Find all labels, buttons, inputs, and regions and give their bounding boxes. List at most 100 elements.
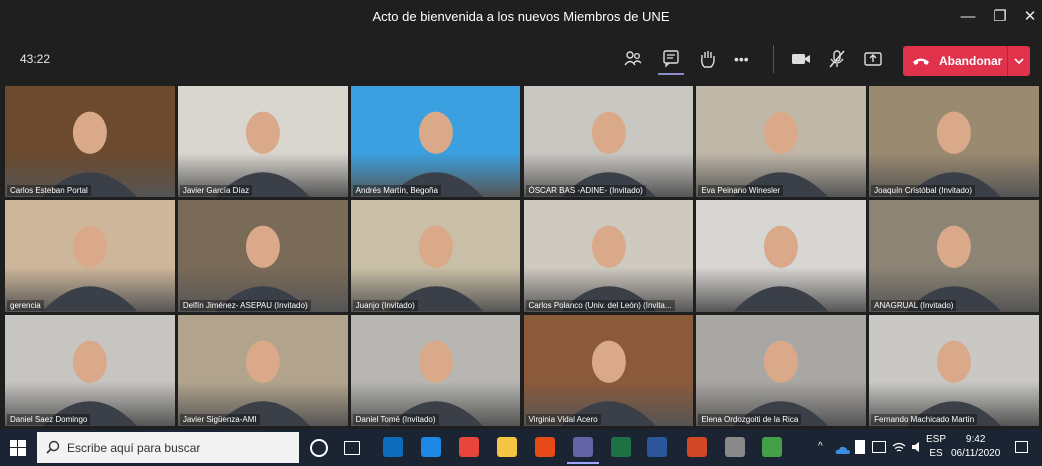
outlook-icon[interactable]	[383, 437, 403, 457]
close-button[interactable]: ✕	[1019, 6, 1041, 28]
participant-tile[interactable]: Virginia Vidal Acero	[523, 314, 694, 426]
language-top: ESP	[926, 434, 947, 445]
participant-name: Carlos Polanco (Univ. del León) (Invita.…	[525, 299, 675, 311]
participant-tile[interactable]: Andrés Martín, Begoña	[350, 86, 521, 198]
participant-tile[interactable]: Daniel Tomé (Invitado)	[350, 314, 521, 426]
chrome-icon[interactable]	[459, 437, 479, 457]
participants-icon[interactable]	[622, 48, 648, 70]
calculator-icon[interactable]	[725, 437, 745, 457]
search-placeholder: Escribe aquí para buscar	[67, 441, 201, 455]
network-icon[interactable]	[892, 440, 906, 459]
participant-video	[733, 111, 829, 198]
participant-tile[interactable]: ANAGRUAL (Invitado)	[869, 200, 1039, 312]
system-clock[interactable]: 9:42 06/11/2020	[951, 433, 1000, 461]
task-view-icon[interactable]	[344, 441, 360, 455]
participant-name: Joaquín Cristóbal (Invitado)	[871, 185, 975, 197]
onedrive-icon[interactable]	[835, 442, 851, 460]
meeting-timer: 43:22	[20, 52, 51, 66]
participant-name: Delfín Jiménez- ASEPAU (Invitado)	[179, 299, 311, 311]
participant-tile[interactable]: Eva Peinano Winesler	[696, 86, 867, 198]
participant-video	[388, 225, 484, 312]
participant-tile[interactable]: Javier Sigüenza-AMI	[177, 314, 348, 426]
leave-label: Abandonar	[939, 54, 1003, 68]
participant-video	[215, 340, 311, 426]
participant-tile[interactable]: Javier García Díaz	[177, 86, 348, 198]
search-icon	[46, 440, 60, 454]
participant-name: Javier García Díaz	[179, 185, 253, 197]
chevron-down-icon[interactable]	[1013, 56, 1025, 66]
participant-video	[42, 340, 138, 426]
word-icon[interactable]	[647, 437, 667, 457]
participant-name: gerencia	[7, 299, 44, 311]
participant-video	[560, 225, 656, 312]
file-explorer-icon[interactable]	[497, 437, 517, 457]
hang-up-icon	[913, 58, 929, 65]
mic-muted-icon[interactable]	[826, 48, 852, 70]
brave-icon[interactable]	[535, 437, 555, 457]
participant-tile[interactable]	[696, 200, 867, 312]
leave-button[interactable]: Abandonar	[903, 46, 1030, 76]
edge-icon[interactable]	[421, 437, 441, 457]
active-app-indicator	[567, 462, 599, 464]
participant-name: Fernando Machicado Martín	[871, 413, 978, 425]
participant-name: Eva Peinano Winesler	[698, 185, 784, 197]
raise-hand-icon[interactable]	[697, 48, 723, 70]
toolbar-divider	[773, 45, 774, 73]
windows-taskbar: Escribe aquí para buscar ^ ESP ES 9:42 0…	[0, 429, 1042, 466]
leave-divider	[1007, 46, 1008, 76]
usb-icon[interactable]	[855, 440, 865, 454]
participant-tile[interactable]: ÓSCAR BAS -ADINE- (Invitado)	[523, 86, 694, 198]
participant-name: Andrés Martín, Begoña	[352, 185, 441, 197]
clock-time: 9:42	[965, 434, 986, 445]
clock-date: 06/11/2020	[951, 448, 1001, 459]
participant-video	[733, 340, 829, 426]
participant-name: Javier Sigüenza-AMI	[179, 413, 260, 425]
excel-icon[interactable]	[611, 437, 631, 457]
participant-name: Carlos Esteban Portal	[7, 185, 91, 197]
language-indicator[interactable]: ESP ES	[926, 433, 946, 461]
title-bar: Acto de bienvenida a los nuevos Miembros…	[0, 0, 1042, 34]
maximize-button[interactable]: ❐	[989, 6, 1011, 28]
notifications-icon[interactable]	[1015, 441, 1028, 453]
participant-tile[interactable]: Juanjo (Invitado)	[350, 200, 521, 312]
participant-video	[733, 225, 829, 312]
windows-start-icon[interactable]	[10, 440, 26, 461]
taskbar-search[interactable]: Escribe aquí para buscar	[37, 432, 299, 463]
participant-tile[interactable]: Elena Ordozgoiti de la Rica	[696, 314, 867, 426]
cortana-icon[interactable]	[310, 439, 328, 457]
participant-tile[interactable]: Carlos Polanco (Univ. del León) (Invita.…	[523, 200, 694, 312]
share-screen-icon[interactable]	[862, 48, 888, 70]
participant-name: Daniel Saez Domingo	[7, 413, 91, 425]
participant-tile[interactable]: gerencia	[5, 200, 175, 312]
participant-tile[interactable]: Joaquín Cristóbal (Invitado)	[869, 86, 1039, 198]
participant-tile[interactable]: Delfín Jiménez- ASEPAU (Invitado)	[177, 200, 348, 312]
participant-video	[906, 111, 1002, 198]
more-options-icon[interactable]: •••	[734, 48, 760, 70]
globe-icon[interactable]	[762, 437, 782, 457]
participant-video	[560, 340, 656, 426]
participant-video	[560, 111, 656, 198]
participant-tile[interactable]: Fernando Machicado Martín	[869, 314, 1039, 426]
battery-icon[interactable]	[872, 441, 886, 453]
volume-icon[interactable]	[910, 440, 924, 459]
participant-video	[388, 340, 484, 426]
powerpoint-icon[interactable]	[687, 437, 707, 457]
participant-name: Daniel Tomé (Invitado)	[352, 413, 439, 425]
participant-name: ÓSCAR BAS -ADINE- (Invitado)	[525, 185, 646, 197]
participant-tile[interactable]: Daniel Saez Domingo	[5, 314, 175, 426]
window-title: Acto de bienvenida a los nuevos Miembros…	[372, 9, 670, 24]
participant-video	[215, 111, 311, 198]
participant-video	[388, 111, 484, 198]
minimize-button[interactable]: —	[957, 6, 979, 28]
chat-icon[interactable]	[658, 48, 686, 75]
participant-video	[906, 225, 1002, 312]
participant-tile[interactable]: Carlos Esteban Portal	[5, 86, 175, 198]
participant-video	[42, 225, 138, 312]
teams-icon[interactable]	[567, 437, 599, 464]
participant-name: Virginia Vidal Acero	[525, 413, 601, 425]
tray-chevron-icon[interactable]: ^	[818, 441, 823, 452]
participant-name: ANAGRUAL (Invitado)	[871, 299, 957, 311]
participant-name: Juanjo (Invitado)	[352, 299, 418, 311]
participant-video	[42, 111, 138, 198]
camera-icon[interactable]	[789, 48, 815, 70]
